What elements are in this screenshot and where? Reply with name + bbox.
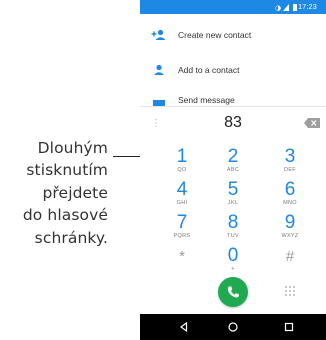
- key-digit: 2: [227, 146, 239, 167]
- dial-key-1[interactable]: 1 QO: [154, 142, 210, 176]
- digits-display: ⋮ 83: [140, 106, 326, 140]
- add-person-icon: [151, 29, 166, 40]
- menu-item-label: Add to a contact: [178, 65, 240, 75]
- svg-text:◑: ◑: [275, 4, 281, 11]
- call-button[interactable]: [218, 277, 248, 307]
- phone-icon: [227, 286, 239, 298]
- key-letters: TUV: [227, 233, 239, 239]
- signal-icon: ◑: [275, 4, 289, 11]
- status-bar: ◑ 17:23: [140, 0, 326, 14]
- dial-key-4[interactable]: 4 GHI: [154, 175, 210, 209]
- dial-key-hash[interactable]: #: [262, 241, 318, 275]
- key-letters: PQRS: [173, 233, 191, 239]
- menu-item-label: Create new contact: [178, 30, 252, 40]
- key-digit: 1: [176, 146, 188, 167]
- key-digit: 6: [284, 179, 296, 200]
- dial-key-3[interactable]: 3 DEF: [262, 142, 318, 176]
- callout-line: do hlasové: [22, 206, 108, 225]
- key-digit: 9: [284, 212, 296, 233]
- home-icon[interactable]: [227, 321, 239, 333]
- key-digit: 7: [176, 212, 188, 233]
- entered-number: 83: [224, 114, 242, 131]
- callout-line: schránky.: [34, 228, 108, 247]
- back-icon[interactable]: [178, 321, 190, 333]
- person-icon: [154, 64, 164, 75]
- key-digit: 4: [176, 179, 188, 200]
- key-digit: 3: [284, 146, 296, 167]
- dial-key-8[interactable]: 8 TUV: [205, 208, 261, 242]
- dial-key-0[interactable]: 0 +: [205, 241, 261, 275]
- key-letters: JKL: [227, 200, 239, 206]
- key-letters: +: [231, 266, 235, 272]
- dialpad-toggle-icon[interactable]: [284, 285, 296, 297]
- recent-apps-icon[interactable]: [283, 321, 295, 333]
- dial-key-9[interactable]: 9 WXYZ: [262, 208, 318, 242]
- menu-item-add-to-contact[interactable]: Add to a contact: [140, 55, 326, 85]
- battery-icon: [293, 4, 297, 11]
- key-digit: 8: [227, 212, 239, 233]
- key-digit: #: [285, 248, 295, 265]
- dial-key-2[interactable]: 2 ABC: [205, 142, 261, 176]
- callout-line: Dlouhým: [37, 139, 108, 157]
- backspace-icon[interactable]: [304, 118, 320, 128]
- key-digit: *: [179, 248, 185, 265]
- callout-line: přejdete: [42, 183, 108, 202]
- dial-key-7[interactable]: 7 PQRS: [154, 208, 210, 242]
- dial-key-5[interactable]: 5 JKL: [205, 175, 261, 209]
- status-time: 17:23: [298, 2, 317, 11]
- key-letters: WXYZ: [281, 233, 299, 239]
- key-letters: GHI: [176, 200, 188, 206]
- navigation-bar: [140, 314, 326, 340]
- key-letters: MNO: [283, 200, 297, 206]
- menu-item-create-contact[interactable]: Create new contact: [140, 20, 326, 50]
- phone-screen: ◑ 17:23 Create new contact Add to a cont…: [140, 0, 326, 340]
- key-digit: 0: [227, 245, 239, 266]
- key-letters: DEF: [284, 167, 296, 173]
- voicemail-callout: Dlouhým stisknutím přejdete do hlasové s…: [0, 137, 108, 249]
- key-letters: QO: [177, 167, 187, 173]
- dial-key-6[interactable]: 6 MNO: [262, 175, 318, 209]
- key-letters: ABC: [226, 167, 240, 173]
- callout-line: stisknutím: [26, 161, 108, 180]
- dialpad: 1 QO 2 ABC 3 DEF 4 GHI 5 JKL 6 MNO 7 PQR…: [140, 140, 326, 314]
- key-digit: 5: [227, 179, 239, 200]
- dial-key-star[interactable]: *: [154, 241, 210, 275]
